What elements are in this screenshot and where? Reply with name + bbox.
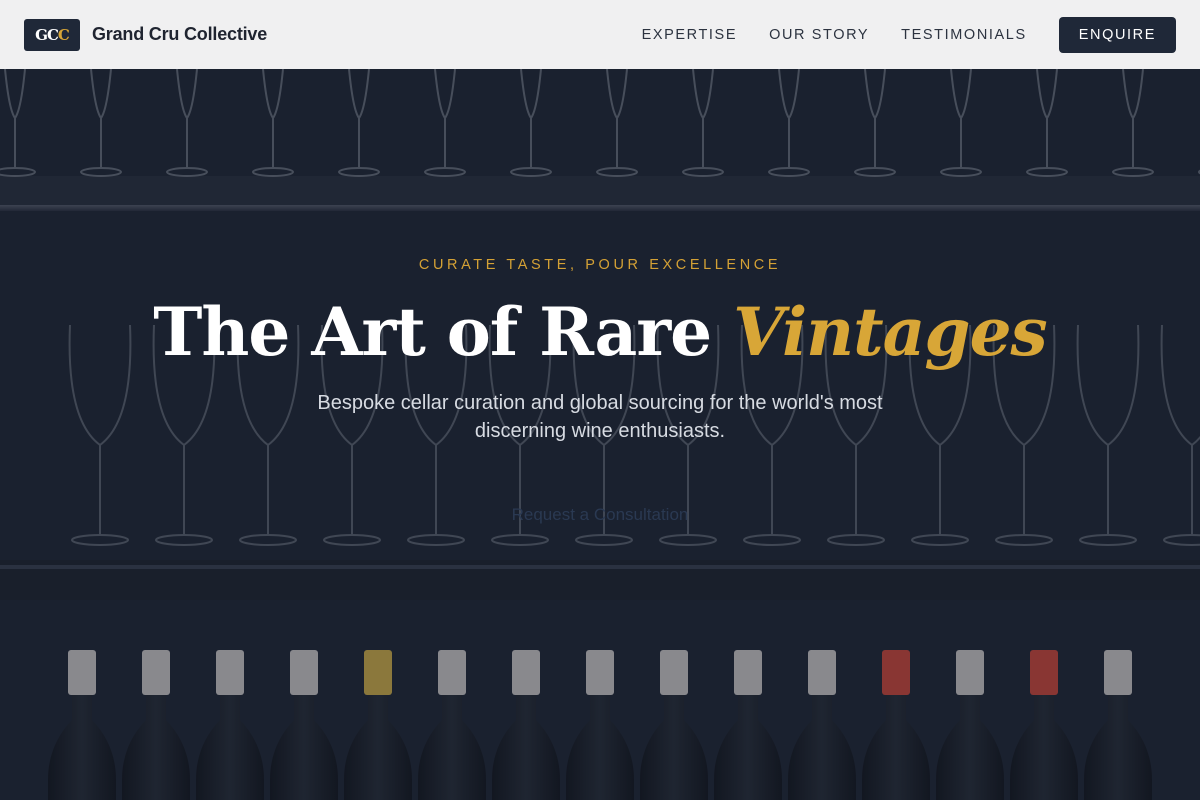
site-header: GC C Grand Cru Collective EXPERTISE OUR S… [0,0,1200,69]
enquire-button[interactable]: ENQUIRE [1058,16,1176,53]
main-nav: EXPERTISE OUR STORY TESTIMONIALS ENQUIRE [642,16,1176,53]
hero-headline: The Art of Rare Vintages [0,288,1200,376]
consultation-button[interactable]: Request a Consultation [480,500,720,530]
brand-logo[interactable]: GC C [24,18,80,51]
logo-text-accent: C [57,25,70,44]
hero-subtext: Bespoke cellar curation and global sourc… [317,392,883,442]
headline-main: The Art of Rare [153,293,734,371]
nav-link-expertise[interactable]: EXPERTISE [642,27,738,43]
hero-eyebrow: CURATE TASTE, POUR EXCELLENCE [418,257,782,273]
hero-content: CURATE TASTE, POUR EXCELLENCE The Art of… [0,0,1200,800]
brand-name[interactable]: Grand Cru Collective [92,24,267,45]
headline-accent: Vintages [733,293,1048,371]
logo-text: GC [35,25,59,44]
nav-link-testimonials[interactable]: TESTIMONIALS [901,27,1027,43]
nav-link-our-story[interactable]: OUR STORY [769,27,869,43]
